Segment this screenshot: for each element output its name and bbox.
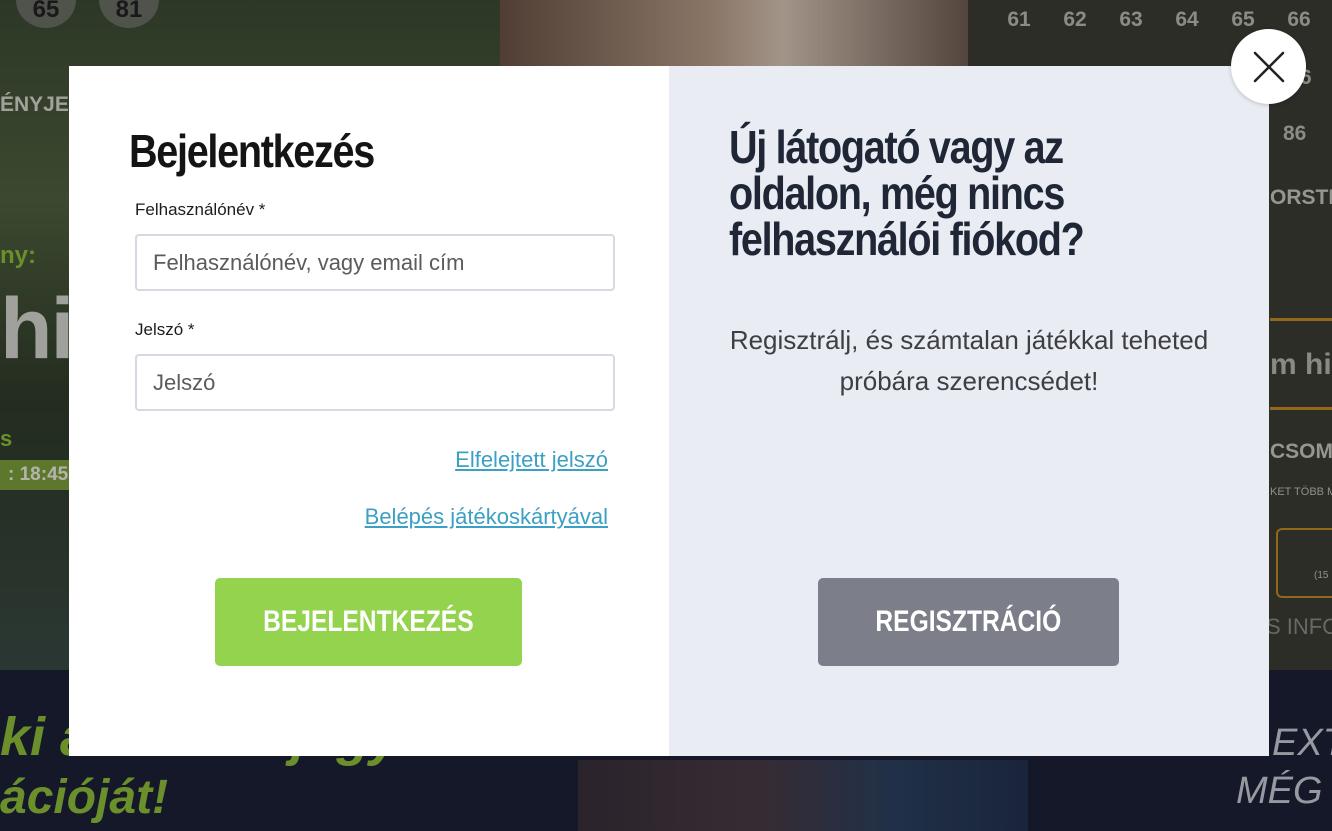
register-text: Regisztrálj, és számtalan játékkal tehet… [729, 325, 1209, 396]
forgot-password-link[interactable]: Elfelejtett jelszó [455, 447, 608, 473]
login-modal: Bejelentkezés Felhasználónév * Jelszó * … [69, 66, 1269, 756]
register-panel: Új látogató vagy az oldalon, még nincs f… [669, 66, 1269, 756]
register-button[interactable]: REGISZTRÁCIÓ [818, 578, 1119, 666]
register-title: Új látogató vagy az oldalon, még nincs f… [729, 121, 1085, 265]
close-button[interactable] [1231, 29, 1306, 104]
login-panel: Bejelentkezés Felhasználónév * Jelszó * … [69, 66, 669, 756]
login-button[interactable]: BEJELENTKEZÉS [215, 578, 522, 666]
close-icon [1253, 51, 1284, 82]
password-input[interactable] [135, 354, 615, 411]
password-label: Jelszó * [135, 320, 195, 339]
username-label: Felhasználónév * [135, 200, 266, 219]
login-button-label: BEJELENTKEZÉS [263, 605, 474, 638]
username-input[interactable] [135, 234, 615, 291]
login-title: Bejelentkezés [129, 125, 375, 177]
player-card-login-link[interactable]: Belépés játékoskártyával [365, 504, 608, 530]
register-button-label: REGISZTRÁCIÓ [875, 605, 1062, 638]
